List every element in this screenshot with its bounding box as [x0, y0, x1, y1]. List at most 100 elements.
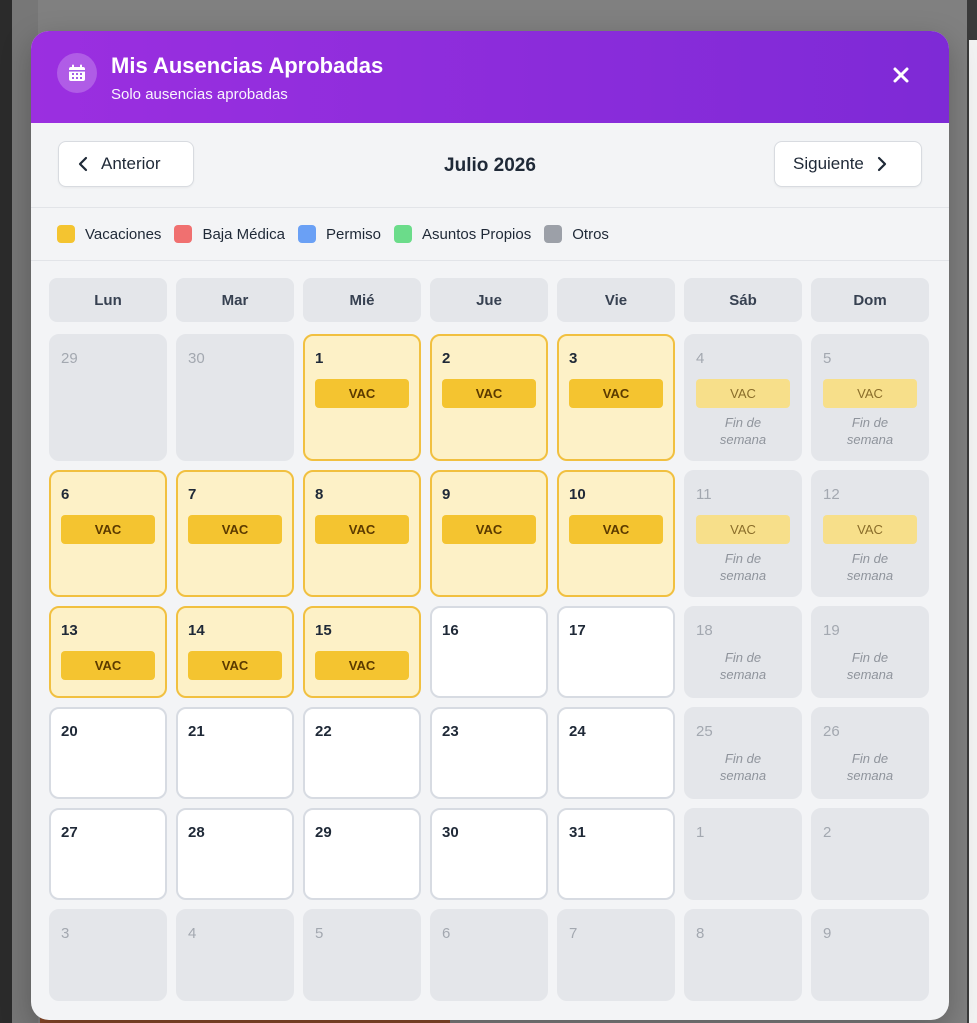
close-icon	[893, 67, 909, 83]
day-cell[interactable]: 22	[303, 707, 421, 799]
day-number: 5	[315, 925, 324, 942]
legend-item: Asuntos Propios	[394, 225, 531, 243]
day-cell[interactable]: 2 VAC	[430, 334, 548, 461]
day-cell[interactable]: 10 VAC	[557, 470, 675, 597]
legend-label: Asuntos Propios	[422, 225, 532, 243]
day-cell[interactable]: 1 VAC	[303, 334, 421, 461]
weekday-header: Lun	[49, 278, 167, 322]
day-cell[interactable]: 3	[49, 909, 167, 1001]
day-number: 9	[442, 486, 451, 503]
modal-subtitle: Solo ausencias aprobadas	[111, 86, 288, 103]
day-number: 3	[61, 925, 70, 942]
day-cell[interactable]: 29	[303, 808, 421, 900]
legend-label: Otros	[572, 225, 609, 243]
day-number: 14	[188, 622, 205, 639]
weekday-header: Mié	[303, 278, 421, 322]
day-cell[interactable]: 30	[176, 334, 294, 461]
day-cell[interactable]: 6	[430, 909, 548, 1001]
day-cell[interactable]: 30	[430, 808, 548, 900]
weekday-header: Dom	[811, 278, 929, 322]
day-cell[interactable]: 17	[557, 606, 675, 698]
day-cell[interactable]: 13 VAC	[49, 606, 167, 698]
chevron-right-icon	[877, 156, 886, 172]
day-number: 31	[569, 824, 586, 841]
weekday-header: Sáb	[684, 278, 802, 322]
legend: Vacaciones Baja Médica Permiso Asuntos Prop…	[31, 208, 949, 261]
day-cell[interactable]: 5 VAC Fin de semana	[811, 334, 929, 461]
day-cell[interactable]: 9 VAC	[430, 470, 548, 597]
close-button[interactable]	[887, 61, 915, 89]
day-number: 1	[315, 350, 324, 367]
day-cell[interactable]: 8 VAC	[303, 470, 421, 597]
weekend-note: Fin de semana	[846, 415, 894, 447]
vacation-badge: VAC	[823, 515, 917, 544]
day-number: 3	[569, 350, 578, 367]
day-number: 5	[823, 350, 832, 367]
legend-item: Permiso	[297, 225, 381, 243]
background-right-panel	[969, 40, 977, 1023]
day-number: 29	[315, 824, 332, 841]
day-cell[interactable]: 6 VAC	[49, 470, 167, 597]
legend-label: Baja Médica	[202, 225, 285, 243]
month-navigation: Anterior Julio 2026 Siguiente	[31, 123, 949, 208]
day-cell[interactable]: 15 VAC	[303, 606, 421, 698]
day-cell[interactable]: 5	[303, 909, 421, 1001]
day-number: 8	[696, 925, 705, 942]
day-number: 6	[61, 486, 70, 503]
day-cell[interactable]: 7	[557, 909, 675, 1001]
day-cell[interactable]: 25 Fin de semana	[684, 707, 802, 799]
day-cell[interactable]: 24	[557, 707, 675, 799]
day-number: 28	[188, 824, 205, 841]
day-cell[interactable]: 1	[684, 808, 802, 900]
day-cell[interactable]: 3 VAC	[557, 334, 675, 461]
day-cell[interactable]: 29	[49, 334, 167, 461]
day-cell[interactable]: 14 VAC	[176, 606, 294, 698]
day-cell[interactable]: 18 Fin de semana	[684, 606, 802, 698]
legend-swatch	[394, 225, 412, 243]
vacation-badge: VAC	[569, 379, 663, 408]
day-number: 23	[442, 723, 459, 740]
day-cell[interactable]: 7 VAC	[176, 470, 294, 597]
next-month-button[interactable]: Siguiente	[774, 141, 922, 187]
day-number: 26	[823, 723, 840, 740]
weekend-note: Fin de semana	[719, 751, 767, 783]
absences-modal: Mis Ausencias Aprobadas Solo ausencias a…	[31, 31, 949, 1020]
day-cell[interactable]: 28	[176, 808, 294, 900]
day-cell[interactable]: 23	[430, 707, 548, 799]
day-cell[interactable]: 12 VAC Fin de semana	[811, 470, 929, 597]
legend-item: Vacaciones	[57, 225, 161, 243]
day-cell[interactable]: 27	[49, 808, 167, 900]
legend-swatch	[297, 225, 316, 243]
vacation-badge: VAC	[61, 651, 155, 680]
day-cell[interactable]: 31	[557, 808, 675, 900]
day-number: 11	[696, 486, 712, 503]
day-cell[interactable]: 16	[430, 606, 548, 698]
day-number: 29	[61, 350, 78, 367]
day-cell[interactable]: 9	[811, 909, 929, 1001]
day-number: 1	[696, 824, 705, 841]
weekend-note: Fin de semana	[846, 751, 894, 783]
vacation-badge: VAC	[823, 379, 917, 408]
day-cell[interactable]: 11 VAC Fin de semana	[684, 470, 802, 597]
day-cell[interactable]: 21	[176, 707, 294, 799]
weekday-header: Vie	[557, 278, 675, 322]
weekend-note: Fin de semana	[719, 415, 767, 447]
legend-swatch	[174, 225, 193, 243]
vacation-badge: VAC	[696, 515, 790, 544]
day-cell[interactable]: 4 VAC Fin de semana	[684, 334, 802, 461]
day-cell[interactable]: 26 Fin de semana	[811, 707, 929, 799]
vacation-badge: VAC	[61, 515, 155, 544]
weekday-header: Mar	[176, 278, 294, 322]
calendar-icon	[57, 53, 97, 93]
day-cell[interactable]: 20	[49, 707, 167, 799]
legend-label: Permiso	[325, 225, 381, 243]
day-cell[interactable]: 4	[176, 909, 294, 1001]
day-number: 8	[315, 486, 324, 503]
background-left-strip	[0, 0, 12, 1023]
day-cell[interactable]: 19 Fin de semana	[811, 606, 929, 698]
day-cell[interactable]: 2	[811, 808, 929, 900]
day-cell[interactable]: 8	[684, 909, 802, 1001]
modal-title: Mis Ausencias Aprobadas	[111, 53, 384, 78]
vacation-badge: VAC	[315, 379, 409, 408]
legend-label: Vacaciones	[85, 225, 162, 243]
